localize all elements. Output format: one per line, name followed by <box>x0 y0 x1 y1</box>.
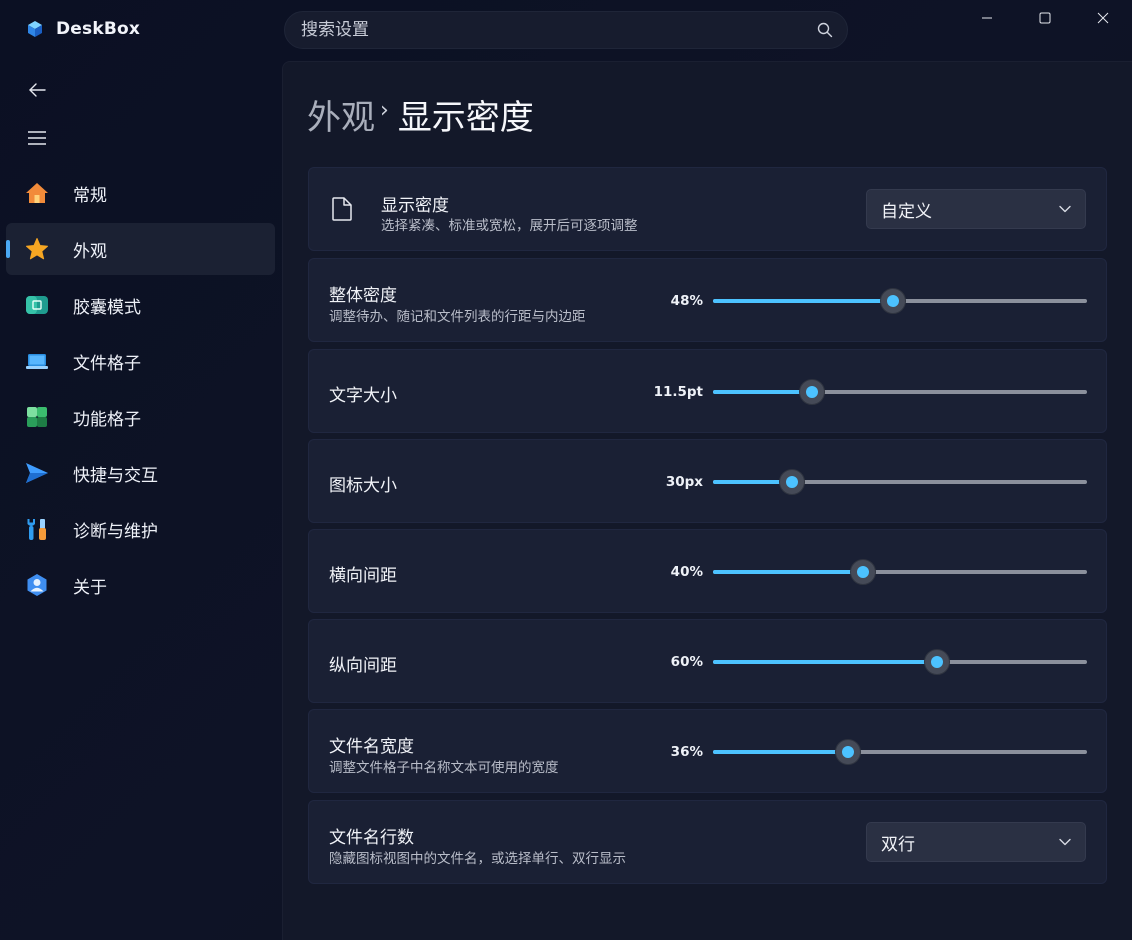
slider-thumb[interactable] <box>849 559 876 585</box>
setting-title: 整体密度 <box>329 286 397 306</box>
setting-title: 纵向间距 <box>329 656 397 676</box>
deskbox-logo-icon <box>24 18 46 40</box>
vertical-spacing-slider[interactable] <box>713 649 1087 675</box>
search-input[interactable] <box>299 19 817 41</box>
setting-description: 隐藏图标视图中的文件名，或选择单行、双行显示 <box>329 851 626 867</box>
sidebar-item-shortcuts[interactable]: 快捷与交互 <box>6 447 275 499</box>
overall-density-slider[interactable] <box>713 288 1087 314</box>
breadcrumb: 外观 › 显示密度 <box>307 90 534 139</box>
capsule-icon <box>25 293 49 317</box>
search-box[interactable] <box>284 11 848 49</box>
setting-title: 显示密度 <box>381 196 449 216</box>
sidebar-item-label: 功能格子 <box>73 410 141 430</box>
chevron-down-icon <box>1059 838 1071 846</box>
slider-fill <box>713 660 938 664</box>
dropdown-value: 双行 <box>881 834 915 855</box>
horizontal-spacing-card: 横向间距 40% <box>308 529 1107 613</box>
sidebar-item-label: 关于 <box>73 578 107 598</box>
slider-thumb[interactable] <box>778 469 805 495</box>
file-name-lines-card: 文件名行数 隐藏图标视图中的文件名，或选择单行、双行显示 双行 <box>308 800 1107 884</box>
search-icon[interactable] <box>817 22 833 38</box>
slider-value: 36% <box>670 744 703 760</box>
sidebar-item-file-grid[interactable]: 文件格子 <box>6 335 275 387</box>
slider-thumb[interactable] <box>879 288 906 314</box>
maximize-icon <box>1039 12 1051 24</box>
density-dropdown[interactable]: 自定义 <box>866 189 1086 229</box>
window-controls <box>958 0 1132 36</box>
maximize-button[interactable] <box>1016 0 1074 36</box>
setting-description: 调整待办、随记和文件列表的行距与内边距 <box>329 309 586 325</box>
close-button[interactable] <box>1074 0 1132 36</box>
file-name-width-slider[interactable] <box>713 739 1087 765</box>
chevron-down-icon <box>1059 205 1071 213</box>
slider-value: 11.5pt <box>653 384 703 400</box>
home-icon <box>25 181 49 205</box>
file-name-lines-dropdown[interactable]: 双行 <box>866 822 1086 862</box>
sidebar-item-label: 文件格子 <box>73 354 141 374</box>
slider-fill <box>713 299 893 303</box>
hamburger-menu-icon <box>28 131 46 145</box>
vertical-spacing-card: 纵向间距 60% <box>308 619 1107 703</box>
setting-title: 文件名宽度 <box>329 737 414 757</box>
send-icon <box>25 461 49 485</box>
content-panel: 外观 › 显示密度 显示密度 选择紧凑、标准或宽松，展开后可逐项调整 自定义 整… <box>282 61 1132 940</box>
menu-toggle-button[interactable] <box>20 121 54 155</box>
font-size-slider[interactable] <box>713 379 1087 405</box>
minimize-icon <box>982 17 992 19</box>
setting-description: 调整文件格子中名称文本可使用的宽度 <box>329 760 559 776</box>
tools-icon <box>25 517 49 541</box>
star-icon <box>25 237 49 261</box>
app-name: DeskBox <box>56 19 141 39</box>
blocks-icon <box>25 405 49 429</box>
breadcrumb-parent[interactable]: 外观 <box>307 90 375 139</box>
slider-fill <box>713 750 848 754</box>
icon-size-card: 图标大小 30px <box>308 439 1107 523</box>
slider-thumb[interactable] <box>924 649 951 675</box>
sidebar-item-label: 常规 <box>73 186 107 206</box>
horizontal-spacing-slider[interactable] <box>713 559 1087 585</box>
icon-size-slider[interactable] <box>713 469 1087 495</box>
sidebar-item-capsule-mode[interactable]: 胶囊模式 <box>6 279 275 331</box>
slider-value: 60% <box>670 654 703 670</box>
slider-thumb[interactable] <box>799 379 826 405</box>
title-bar: DeskBox <box>0 0 1132 60</box>
minimize-button[interactable] <box>958 0 1016 36</box>
sidebar-item-function-grid[interactable]: 功能格子 <box>6 391 275 443</box>
document-icon <box>331 196 353 222</box>
sidebar-item-label: 胶囊模式 <box>73 298 141 318</box>
back-button[interactable] <box>20 73 54 107</box>
back-arrow-icon <box>29 83 46 97</box>
slider-thumb[interactable] <box>834 739 861 765</box>
density-preset-card: 显示密度 选择紧凑、标准或宽松，展开后可逐项调整 自定义 <box>308 167 1107 251</box>
sidebar-item-appearance[interactable]: 外观 <box>6 223 275 275</box>
sidebar-item-label: 诊断与维护 <box>73 522 158 542</box>
sidebar-item-diagnostics[interactable]: 诊断与维护 <box>6 503 275 555</box>
dropdown-value: 自定义 <box>881 201 932 222</box>
setting-title: 文件名行数 <box>329 828 414 848</box>
app-window: DeskBox 搜索设置 常规 外观 胶囊模式 文件格子 功能格子 快捷与交互 … <box>0 0 1132 940</box>
font-size-card: 文字大小 11.5pt <box>308 349 1107 433</box>
slider-fill <box>713 570 863 574</box>
page-title: 显示密度 <box>397 98 534 138</box>
setting-title: 文字大小 <box>329 386 397 406</box>
sidebar: 常规 外观 胶囊模式 文件格子 功能格子 快捷与交互 诊断与维护 关于 <box>0 60 282 940</box>
setting-description: 选择紧凑、标准或宽松，展开后可逐项调整 <box>381 218 638 234</box>
slider-value: 30px <box>665 474 703 490</box>
close-icon <box>1097 12 1109 24</box>
laptop-icon <box>25 349 49 373</box>
sidebar-item-general[interactable]: 常规 <box>6 167 275 219</box>
file-name-width-card: 文件名宽度 调整文件格子中名称文本可使用的宽度 36% <box>308 709 1107 793</box>
sidebar-item-label: 外观 <box>73 242 107 262</box>
setting-title: 图标大小 <box>329 476 397 496</box>
sidebar-item-label: 快捷与交互 <box>73 466 158 486</box>
slider-value: 40% <box>670 564 703 580</box>
overall-density-card: 整体密度 调整待办、随记和文件列表的行距与内边距 48% <box>308 258 1107 342</box>
setting-title: 横向间距 <box>329 566 397 586</box>
slider-value: 48% <box>670 293 703 309</box>
brand: DeskBox <box>24 18 140 40</box>
slider-fill <box>713 390 813 394</box>
about-icon <box>25 573 49 597</box>
breadcrumb-separator: › <box>380 98 389 123</box>
sidebar-item-about[interactable]: 关于 <box>6 559 275 611</box>
